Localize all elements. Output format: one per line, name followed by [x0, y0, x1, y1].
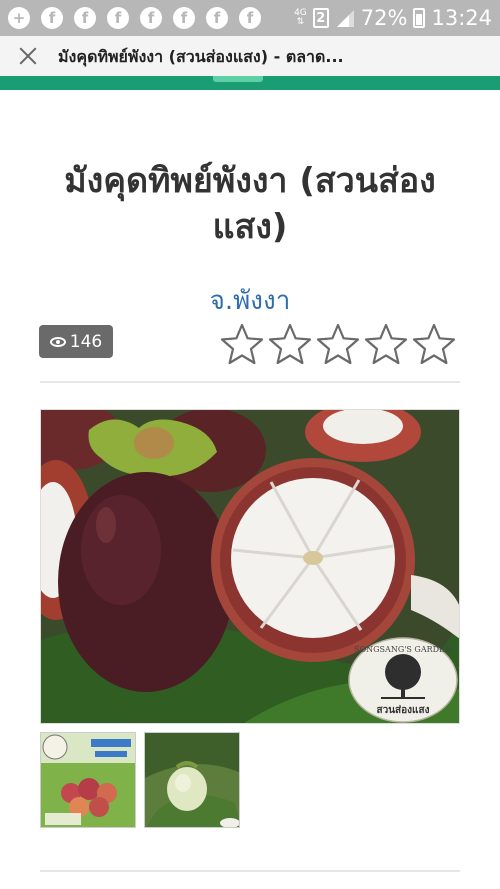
rating-stars[interactable]	[220, 322, 456, 366]
network-type: 4G ⇅	[294, 8, 307, 27]
product-main-image[interactable]: SONGSANG'S GARDEN สวนส่องแสง	[40, 409, 460, 724]
logo-brand-top: SONGSANG'S GARDEN	[354, 645, 452, 654]
browser-toolbar: มังคุดทิพย์พังงา (สวนส่องแสง) - ตลาด...	[0, 36, 500, 76]
page-title: มังคุดทิพย์พังงา (สวนส่องแสง) - ตลาด...	[58, 47, 344, 66]
system-indicators: 4G ⇅ 2 72% 13:24	[294, 6, 492, 30]
facebook-icon: f	[173, 7, 195, 29]
product-thumbnail[interactable]	[144, 732, 240, 828]
facebook-icon: f	[206, 7, 228, 29]
divider	[40, 381, 460, 383]
notification-icons: + f f f f f f f	[8, 7, 261, 29]
logo-brand-bottom: สวนส่องแสง	[377, 704, 430, 716]
facebook-icon: f	[107, 7, 129, 29]
facebook-icon: f	[74, 7, 96, 29]
star-icon[interactable]	[220, 322, 264, 366]
province-link[interactable]: จ.พังงา	[0, 280, 500, 321]
thumbnail-image	[145, 733, 239, 827]
star-icon[interactable]	[316, 322, 360, 366]
battery-percent: 72%	[360, 6, 408, 30]
battery-icon	[413, 8, 426, 28]
close-icon[interactable]	[18, 46, 38, 66]
signal-icon	[336, 10, 354, 27]
thumbnail-image	[41, 733, 135, 827]
star-icon[interactable]	[268, 322, 312, 366]
sim-icon: 2	[312, 8, 329, 28]
view-count: 146	[69, 331, 103, 352]
view-count-badge: 146	[39, 325, 113, 358]
add-notification-icon: +	[8, 7, 30, 29]
pull-handle[interactable]	[213, 76, 263, 82]
facebook-icon: f	[41, 7, 63, 29]
product-title: มังคุดทิพย์พังงา (สวนส่องแสง)	[64, 161, 436, 247]
site-header-bar	[0, 76, 500, 90]
facebook-icon: f	[140, 7, 162, 29]
facebook-icon: f	[239, 7, 261, 29]
divider	[40, 870, 460, 872]
mangosteen-photo: SONGSANG'S GARDEN สวนส่องแสง	[41, 410, 459, 723]
star-icon[interactable]	[364, 322, 408, 366]
product-thumbnail[interactable]	[40, 732, 136, 828]
clock: 13:24	[431, 6, 492, 30]
status-bar: + f f f f f f f 4G ⇅ 2 72% 13:24	[0, 0, 500, 36]
star-icon[interactable]	[412, 322, 456, 366]
eye-icon	[49, 336, 66, 347]
